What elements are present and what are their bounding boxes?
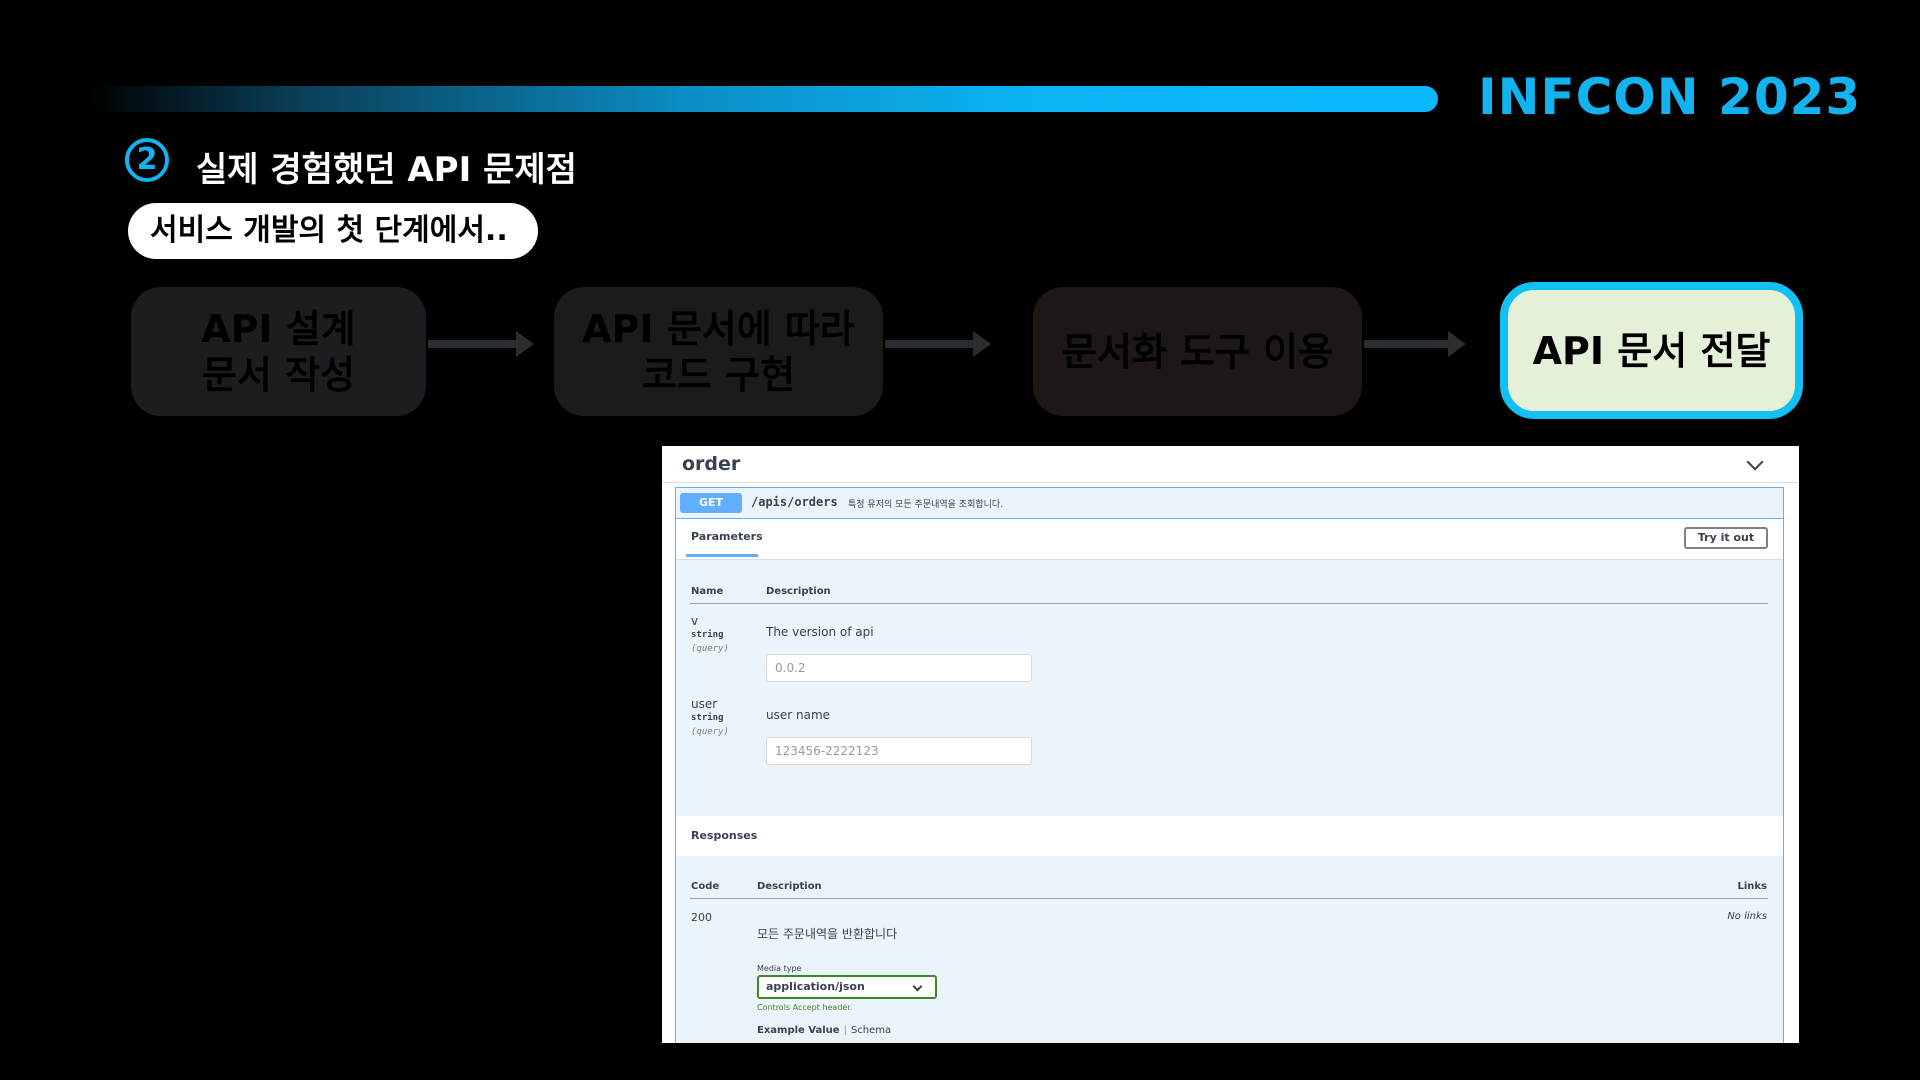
divider — [690, 603, 1768, 604]
operation-block: GET /apis/orders 특정 유저의 모든 주문내역을 조회합니다. … — [675, 487, 1784, 1043]
method-badge: GET — [680, 493, 742, 513]
response-description: 모든 주문내역을 반환합니다 — [757, 927, 898, 941]
swagger-screenshot: order GET /apis/orders 특정 유저의 모든 주문내역을 조… — [662, 446, 1799, 1043]
operation-path: /apis/orders — [751, 495, 838, 509]
param-type: string — [691, 713, 724, 723]
arrow-right-icon — [885, 331, 991, 357]
media-type-select[interactable]: application/json — [757, 975, 937, 999]
subtitle-pill: 서비스 개발의 첫 단계에서.. — [128, 203, 538, 259]
example-schema-tabs: Example Value | Schema — [757, 1025, 892, 1036]
step-label: 문서화 도구 이용 — [1061, 329, 1334, 374]
col-description: Description — [766, 586, 831, 597]
tab-schema[interactable]: Schema — [851, 1025, 891, 1036]
divider — [690, 898, 1768, 899]
section-number-badge: 2 — [125, 138, 169, 182]
chevron-down-icon[interactable] — [1746, 453, 1764, 471]
param-location: (query) — [691, 644, 729, 654]
arrow-right-icon — [428, 331, 534, 357]
brand-logo: INFCON 2023 — [1478, 68, 1862, 126]
section-title: 실제 경험했던 API 문제점 — [196, 150, 577, 190]
accept-header-note: Controls Accept header. — [757, 1003, 853, 1012]
gradient-top-bar — [88, 86, 1438, 112]
tab-parameters[interactable]: Parameters — [686, 530, 763, 557]
tag-name: order — [682, 453, 741, 475]
response-code: 200 — [691, 911, 712, 924]
param-name: v — [691, 614, 699, 628]
param-user-input[interactable]: 123456-2222123 — [766, 737, 1032, 765]
media-type-value: application/json — [766, 980, 865, 993]
step-documentation-tool: 문서화 도구 이용 — [1033, 287, 1362, 416]
step-api-doc-delivery: API 문서 전달 — [1500, 282, 1803, 419]
operation-description: 특정 유저의 모든 주문내역을 조회합니다. — [848, 500, 1004, 510]
chevron-down-icon — [912, 981, 923, 992]
col-response-description: Description — [757, 881, 822, 892]
tag-header-order[interactable]: order — [662, 446, 1799, 483]
step-code-implementation: API 문서에 따라 코드 구현 — [554, 287, 883, 416]
param-name: user — [691, 697, 718, 711]
step-label: API 문서 전달 — [1532, 328, 1771, 373]
step-label: API 설계 문서 작성 — [201, 306, 356, 397]
col-links: Links — [1737, 881, 1767, 892]
col-code: Code — [691, 881, 720, 892]
col-name: Name — [691, 586, 724, 597]
param-type: string — [691, 630, 724, 640]
param-description: user name — [766, 708, 831, 722]
responses-title: Responses — [691, 829, 758, 842]
operation-summary[interactable]: GET /apis/orders 특정 유저의 모든 주문내역을 조회합니다. — [676, 488, 1783, 519]
response-links: No links — [1727, 911, 1767, 922]
param-location: (query) — [691, 727, 729, 737]
param-description: The version of api — [766, 625, 874, 639]
arrow-right-icon — [1364, 331, 1466, 357]
media-type-label: Media type — [757, 964, 802, 973]
step-label: API 문서에 따라 코드 구현 — [582, 306, 855, 397]
try-it-out-button[interactable]: Try it out — [1684, 527, 1768, 549]
tab-example-value[interactable]: Example Value — [757, 1025, 840, 1036]
responses-header: Responses — [676, 816, 1783, 856]
step-api-design: API 설계 문서 작성 — [131, 287, 426, 416]
param-v-input[interactable]: 0.0.2 — [766, 654, 1032, 682]
parameters-header: Parameters Try it out — [676, 519, 1783, 560]
